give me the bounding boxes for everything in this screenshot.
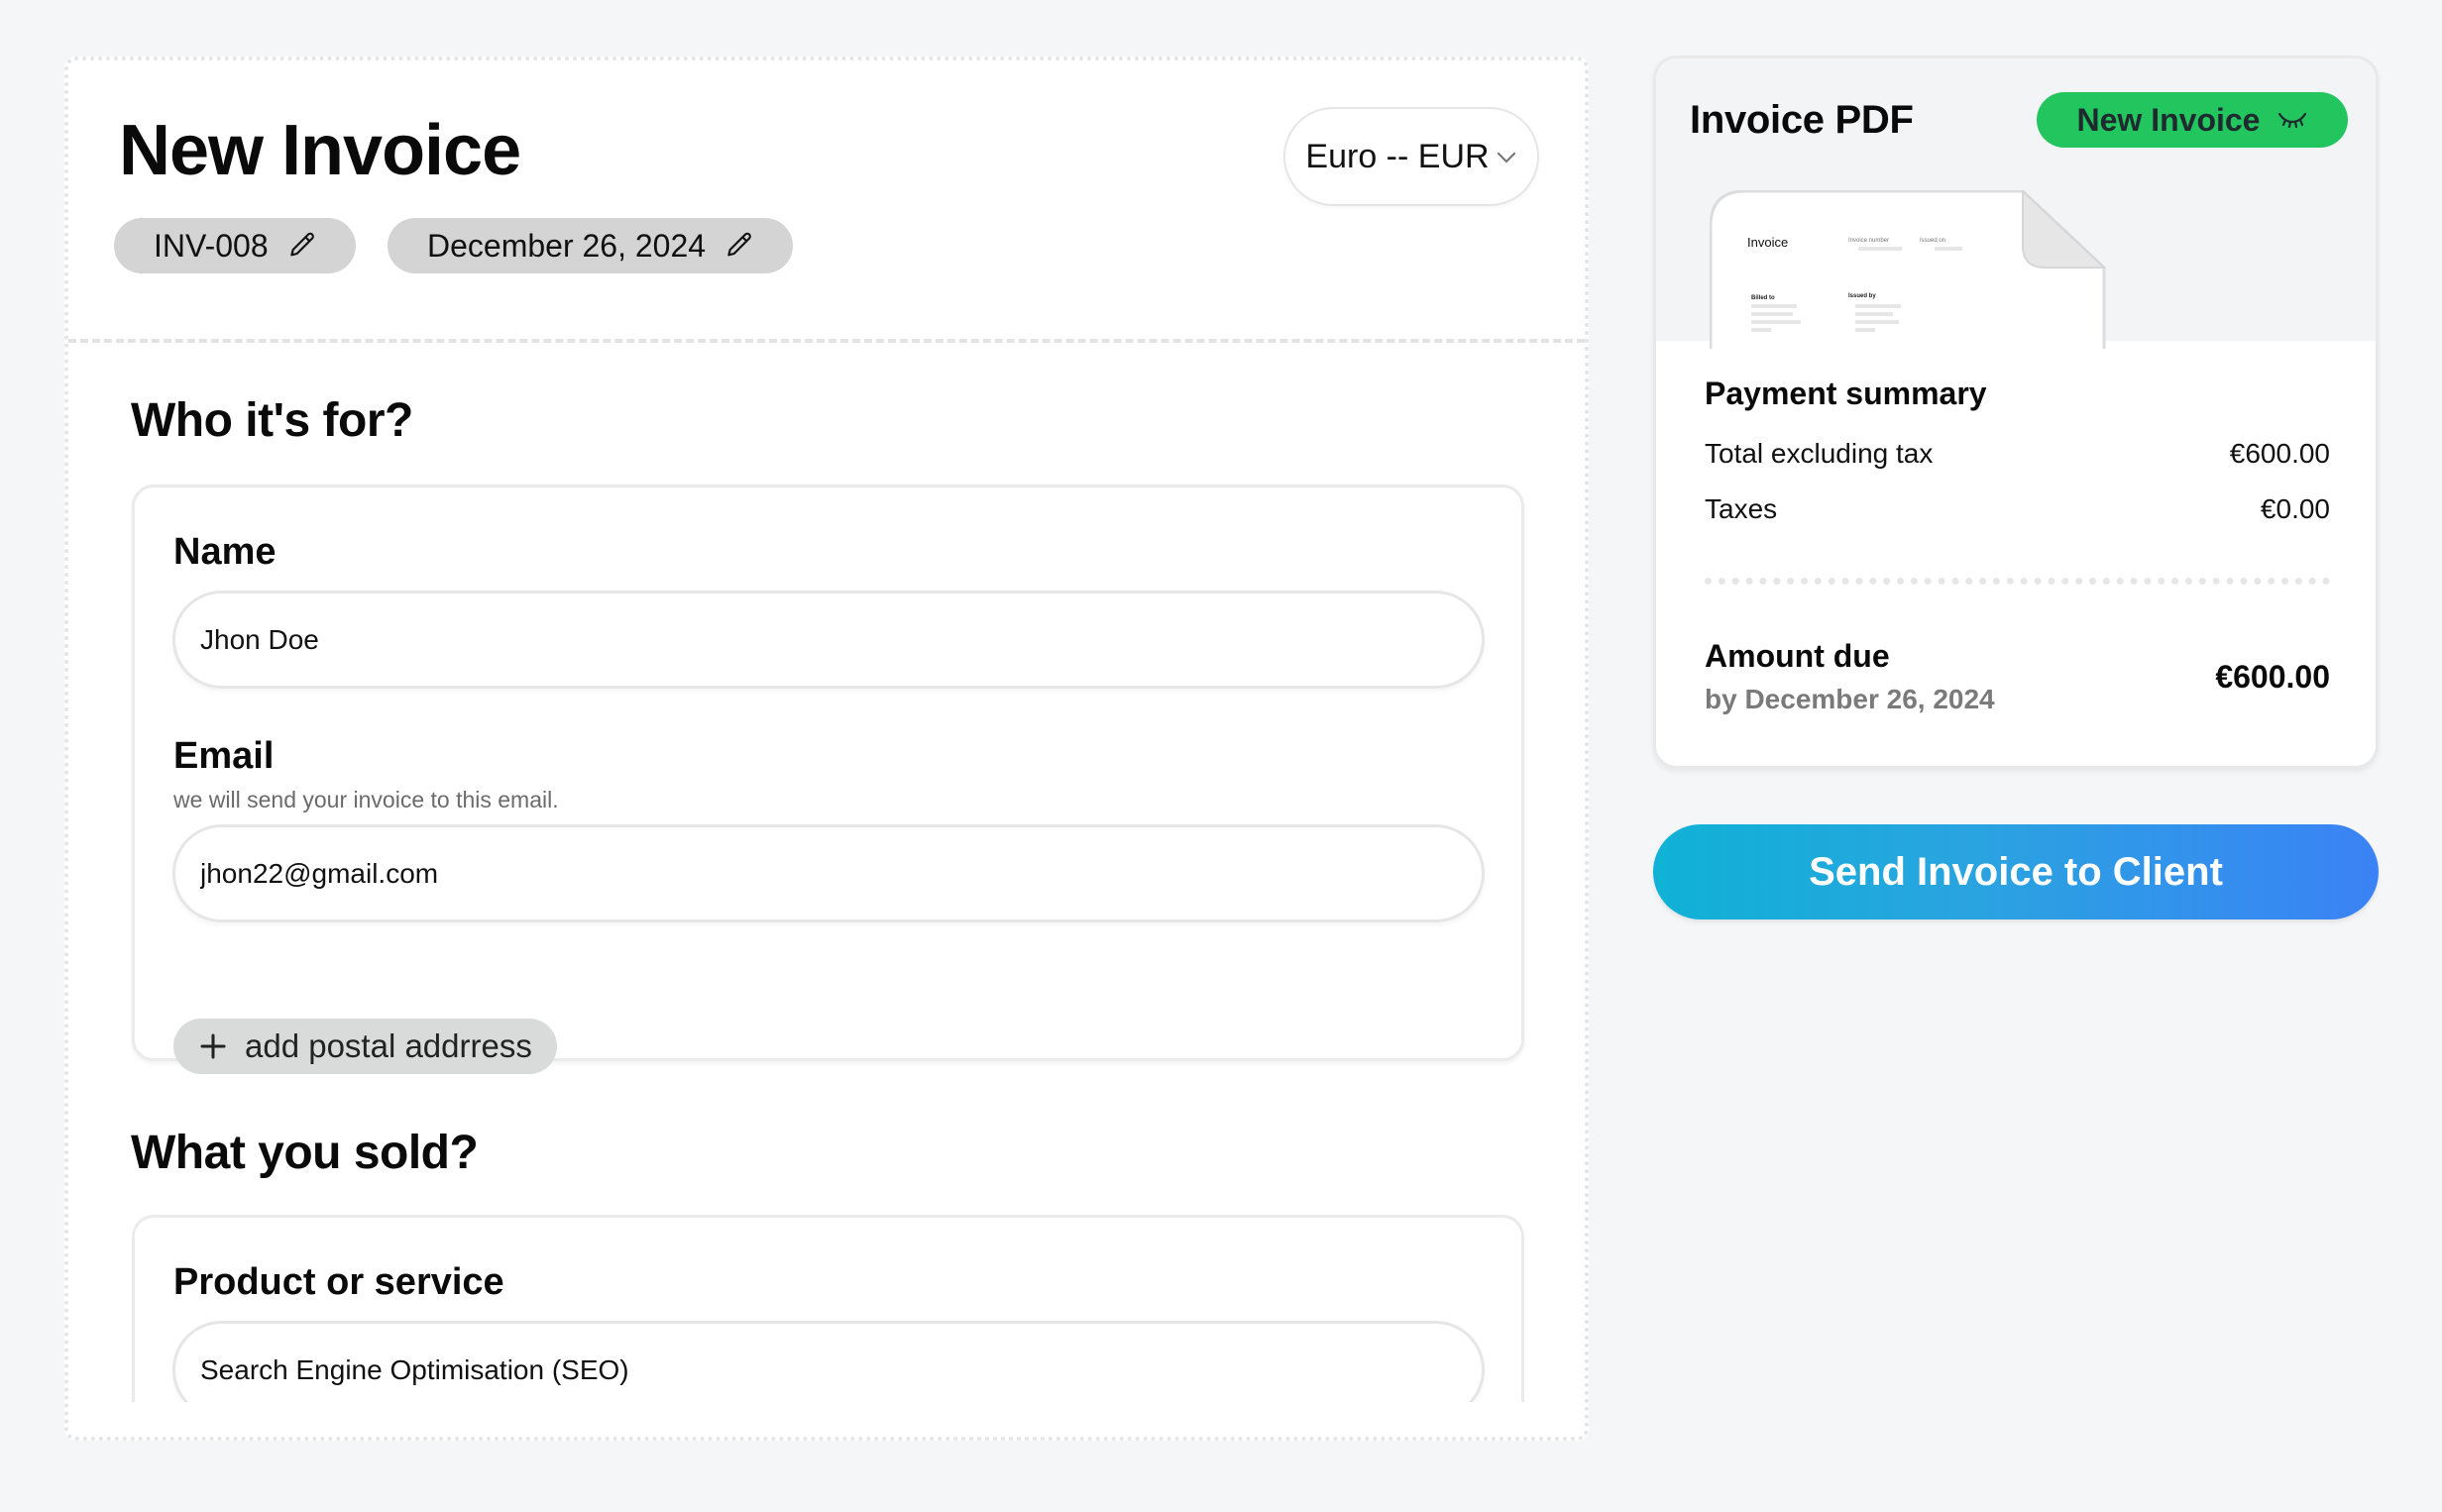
doc-heading: Invoice: [1747, 235, 1789, 250]
currency-value: Euro -- EUR: [1305, 137, 1490, 175]
payment-summary-title: Payment summary: [1705, 376, 1987, 411]
currency-select[interactable]: Euro -- EUR: [1283, 107, 1539, 206]
editor-header: New Invoice INV-008 December 26, 2024 Eu…: [68, 60, 1585, 343]
amount-due-value: €600.00: [2215, 659, 2330, 695]
add-postal-address-label: add postal addrress: [245, 1027, 532, 1064]
invoice-number-chip[interactable]: INV-008: [114, 218, 356, 273]
document-shape: [1710, 190, 2106, 349]
doc-issued-by-label: Issued by: [1848, 293, 1876, 299]
summary-row: Taxes €0.00: [1705, 493, 2330, 525]
doc-placeholder-line: [1751, 304, 1797, 308]
doc-placeholder-line: [1935, 247, 1962, 251]
pencil-icon: [289, 232, 314, 257]
amount-due-date: by December 26, 2024: [1705, 684, 1995, 714]
doc-issued-on-label: Issued on: [1920, 238, 1946, 244]
invoice-preview-card: Invoice PDF New Invoice Invoice Invoice …: [1653, 55, 2379, 769]
status-badge[interactable]: New Invoice: [2037, 92, 2348, 148]
doc-placeholder-line: [1855, 312, 1893, 316]
recipient-section-title: Who it's for?: [131, 394, 413, 447]
editor-scroll-clip: [68, 1402, 1585, 1437]
recipient-card: Name Email we will send your invoice to …: [132, 485, 1524, 1074]
email-input[interactable]: [172, 824, 1485, 922]
eye-closed-icon: [2278, 112, 2307, 129]
preview-title: Invoice PDF: [1690, 98, 1914, 142]
items-section-title: What you sold?: [131, 1127, 479, 1179]
summary-row-value: €0.00: [2260, 493, 2330, 524]
invoice-date: December 26, 2024: [427, 227, 707, 264]
invoice-editor: New Invoice INV-008 December 26, 2024 Eu…: [64, 56, 1589, 1441]
doc-placeholder-line: [1858, 247, 1902, 251]
summary-row-label: Total excluding tax: [1705, 438, 1934, 469]
summary-divider: [1705, 578, 2330, 585]
amount-due-label: Amount due: [1705, 638, 1890, 674]
add-postal-address-button[interactable]: add postal addrress: [173, 1019, 557, 1074]
doc-placeholder-line: [1855, 320, 1899, 324]
doc-invoice-number-label: Invoice number: [1848, 238, 1890, 244]
chevron-down-icon: [1497, 152, 1515, 163]
invoice-number: INV-008: [154, 227, 269, 264]
doc-placeholder-line: [1855, 328, 1875, 332]
preview-header: Invoice PDF New Invoice Invoice Invoice …: [1656, 58, 2376, 349]
name-label: Name: [173, 531, 277, 573]
summary-row-label: Taxes: [1705, 493, 1778, 524]
invoice-date-chip[interactable]: December 26, 2024: [388, 218, 794, 273]
doc-placeholder-line: [1751, 328, 1771, 332]
page-title: New Invoice: [119, 111, 521, 190]
pencil-icon: [727, 232, 751, 257]
name-input[interactable]: [172, 591, 1485, 689]
product-label: Product or service: [173, 1261, 504, 1303]
email-label: Email: [173, 735, 275, 777]
email-hint: we will send your invoice to this email.: [173, 787, 559, 812]
doc-placeholder-line: [1751, 320, 1801, 324]
send-invoice-button[interactable]: Send Invoice to Client: [1653, 824, 2379, 919]
summary-row: Total excluding tax €600.00: [1705, 438, 2330, 470]
doc-placeholder-line: [1751, 312, 1793, 316]
status-badge-label: New Invoice: [2076, 101, 2261, 138]
doc-billed-to-label: Billed to: [1751, 295, 1775, 301]
doc-placeholder-line: [1855, 304, 1901, 308]
plus-icon: [200, 1033, 226, 1059]
invoice-document-thumbnail[interactable]: Invoice Invoice number Issued on Billed …: [1710, 190, 2106, 349]
summary-row-value: €600.00: [2229, 438, 2330, 469]
